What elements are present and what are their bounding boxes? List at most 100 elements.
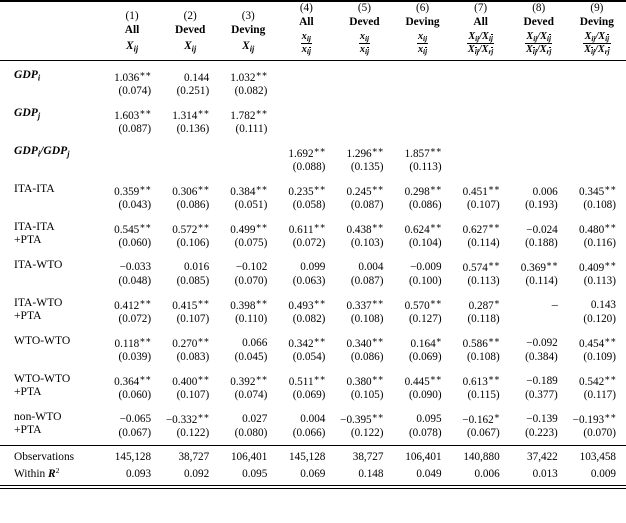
standard-error-cell: (0.188) [525, 237, 558, 250]
coefficient-cell [103, 144, 161, 161]
column-number-7: (7) [474, 2, 488, 14]
coefficient-cell: 0.245∗∗ [346, 182, 384, 198]
coefficient-cell [161, 144, 219, 161]
coefficient-row: non-WTO +PTA −0.065 −0.332∗∗ 0.027 0.004 −0.39… [0, 410, 626, 437]
coefficient-cell [335, 68, 393, 85]
coefficient-cell: 0.144 [184, 71, 210, 84]
coefficient-cell: 0.337∗∗ [346, 296, 384, 312]
standard-error-cell [103, 161, 161, 175]
standard-error-cell: (0.072) [118, 313, 152, 326]
standard-error-cell: (0.069) [408, 350, 442, 363]
coefficient-cell: −0.162∗ [462, 410, 500, 426]
standard-error-cell [219, 161, 277, 175]
coefficient-cell [568, 106, 626, 123]
coefficient-cell [219, 144, 277, 161]
standard-error-cell: (0.074) [118, 85, 152, 98]
column-header-9: (9) Deving Xij/Xij Xij/Xrj [568, 2, 626, 59]
column-group-7: All [473, 16, 488, 28]
coefficient-cell [277, 106, 335, 123]
standard-error-cell [277, 123, 335, 137]
standard-error-cell: (0.104) [408, 237, 442, 250]
row-spacer [0, 327, 626, 334]
standard-error-cell: (0.083) [176, 350, 210, 363]
standard-error-cell [452, 161, 510, 175]
regression-table-container: (1) All Xij (2) Deved Xij (3) Deving Xij… [0, 0, 626, 523]
row-spacer [0, 137, 626, 144]
coefficient-cell: 1.857∗∗ [404, 144, 442, 160]
standard-error-cell: (0.251) [176, 85, 210, 98]
within-r2-value: 0.013 [532, 467, 558, 480]
coefficient-cell: 0.574∗∗ [462, 258, 500, 274]
standard-error-cell: (0.107) [176, 313, 210, 326]
column-group-8: Deved [523, 16, 554, 28]
coefficient-cell [452, 106, 510, 123]
coefficient-cell: 0.542∗∗ [578, 372, 616, 388]
column-number-9: (9) [590, 2, 604, 14]
standard-error-cell: (0.109) [583, 350, 616, 363]
standard-error-cell: (0.087) [350, 199, 384, 212]
observations-value: 145,128 [114, 450, 152, 463]
standard-error-cell [277, 85, 335, 99]
column-header-3: (3) Deving Xij [219, 2, 277, 59]
standard-error-cell [568, 123, 626, 137]
column-dependent-var-7: Xij/Xij Xij/Xrj [466, 31, 495, 57]
standard-error-cell: (0.074) [234, 388, 268, 401]
standard-error-cell [393, 123, 451, 137]
coefficient-cell [510, 144, 568, 161]
standard-error-cell: (0.067) [467, 426, 500, 439]
row-label: GDPi [14, 67, 41, 83]
coefficient-cell: 0.342∗∗ [288, 334, 326, 350]
column-header-6: (6) Deving xij xij [393, 2, 451, 59]
column-group-3: Deving [231, 23, 266, 36]
standard-error-cell: (0.063) [292, 275, 326, 288]
standard-error-cell: (0.085) [176, 275, 210, 288]
within-r2-value: 0.006 [474, 467, 500, 480]
coefficient-row: GDPi 1.036∗∗ 0.144 1.032∗∗ [0, 68, 626, 85]
coefficient-cell: 0.493∗∗ [288, 296, 326, 312]
row-spacer [0, 175, 626, 182]
coefficient-cell: 0.004 [358, 261, 384, 274]
within-r2-value: 0.009 [590, 467, 616, 480]
coefficient-cell [568, 68, 626, 85]
row-label: GDPi/GDPj [14, 143, 70, 159]
coefficient-cell: −0.189 [526, 375, 558, 388]
within-r2-value: 0.093 [125, 467, 152, 480]
coefficient-cell: 0.454∗∗ [578, 334, 616, 350]
coefficient-cell: −0.024 [526, 223, 558, 236]
standard-error-cell: (0.116) [583, 237, 616, 250]
standard-error-cell: (0.060) [118, 237, 152, 250]
coefficient-cell: 0.586∗∗ [462, 334, 500, 350]
column-group-1: All [124, 23, 140, 36]
standard-error-cell: (0.048) [118, 275, 152, 288]
column-group-9: Deving [579, 16, 614, 28]
coefficient-cell: – [551, 297, 558, 312]
column-number-1: (1) [125, 9, 139, 22]
standard-error-cell [393, 85, 451, 99]
observations-value: 106,401 [230, 450, 268, 463]
coefficient-cell: 0.027 [242, 413, 268, 426]
column-dependent-var-9: Xij/Xij Xij/Xrj [583, 31, 611, 57]
standard-error-cell: (0.113) [467, 275, 500, 288]
coefficient-cell: 0.570∗∗ [404, 296, 442, 312]
coefficient-cell: −0.065 [119, 413, 152, 426]
standard-error-cell [452, 123, 510, 137]
standard-error-cell: (0.070) [583, 426, 616, 439]
observations-value: 38,727 [352, 450, 384, 463]
coefficient-cell: 1.603∗∗ [114, 106, 152, 122]
coefficient-cell: 0.613∗∗ [462, 372, 500, 388]
coefficient-cell: 0.298∗∗ [404, 182, 442, 198]
standard-error-cell: (0.082) [292, 313, 326, 326]
coefficient-cell: 0.359∗∗ [114, 182, 152, 198]
standard-error-cell: (0.080) [234, 426, 268, 439]
observations-value: 106,401 [405, 450, 442, 463]
standard-error-cell: (0.108) [467, 350, 500, 363]
standard-error-cell: (0.078) [408, 426, 442, 439]
column-header-1: (1) All Xij [103, 2, 161, 59]
standard-error-cell: (0.107) [176, 388, 210, 401]
observations-row: Observations 145,128 38,727 106,401 145,… [0, 450, 626, 464]
coefficient-cell: 0.270∗∗ [172, 334, 210, 350]
standard-error-cell [452, 85, 510, 99]
standard-error-cell [568, 161, 626, 175]
standard-error-cell: (0.086) [408, 199, 442, 212]
coefficient-cell: 0.380∗∗ [346, 372, 384, 388]
